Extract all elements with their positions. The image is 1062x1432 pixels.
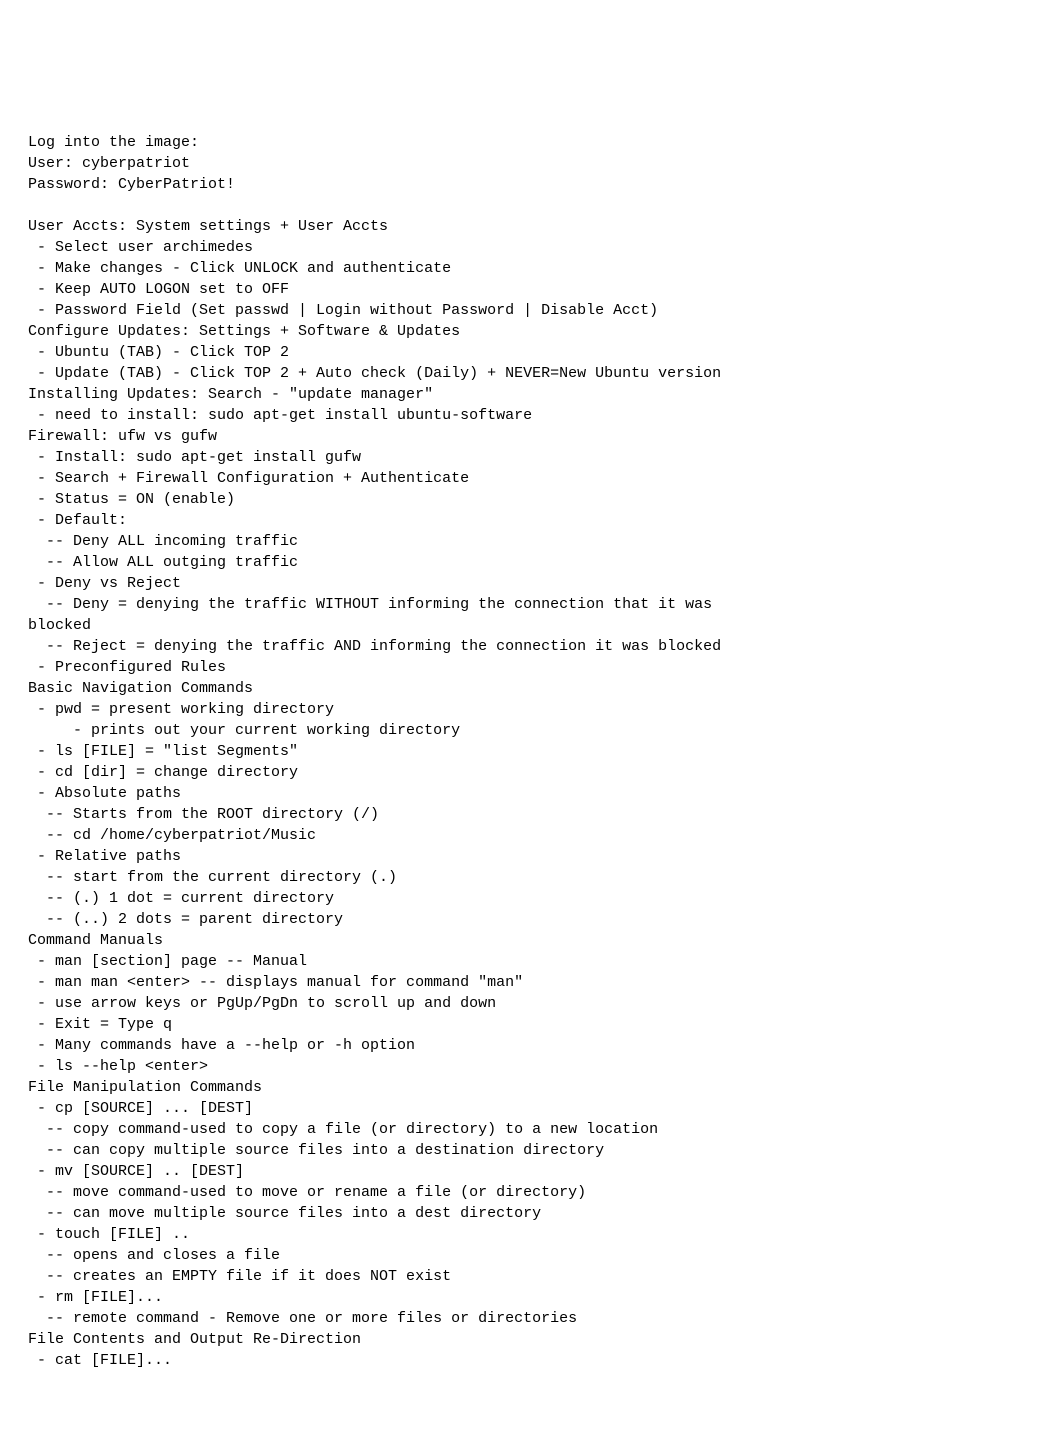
document-page: Log into the image: User: cyberpatriot P… [0, 0, 1062, 1432]
document-body: Log into the image: User: cyberpatriot P… [28, 132, 1034, 1371]
